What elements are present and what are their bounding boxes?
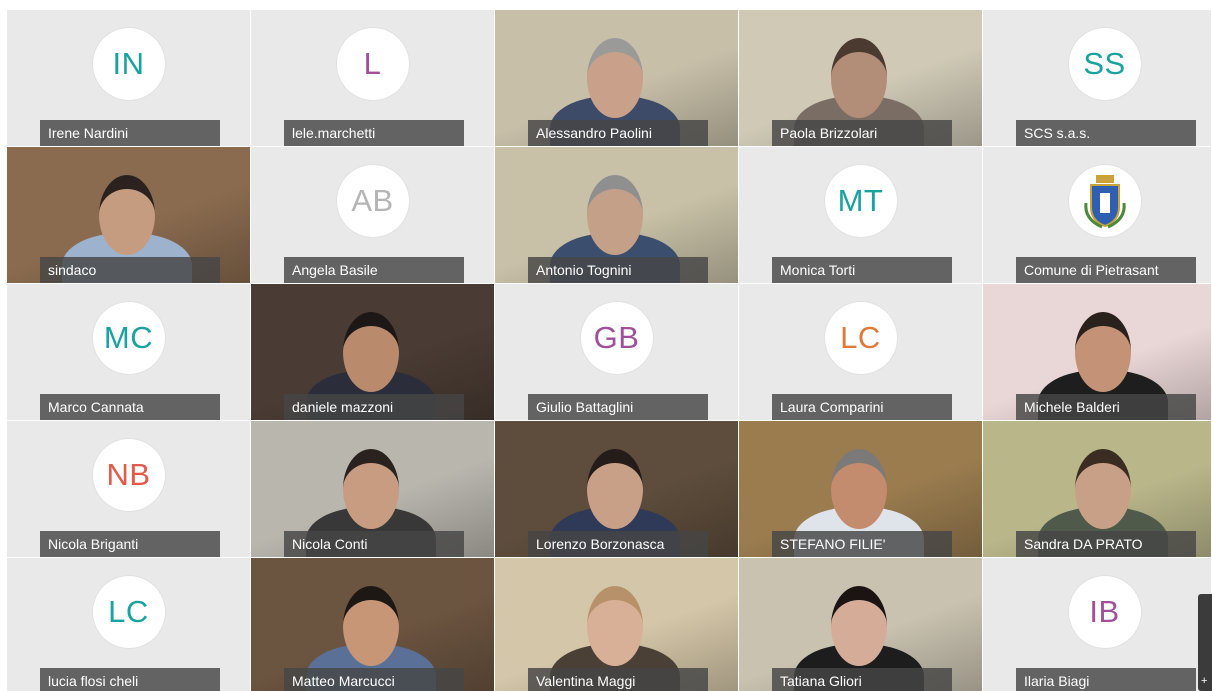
participant-name-label: Angela Basile [284,257,464,283]
participant-tile[interactable]: LC lucia flosi cheli [7,558,250,691]
participant-name-label: lele.marchetti [284,120,464,146]
participant-name-label: daniele mazzoni [284,394,464,420]
participant-tile[interactable]: SS SCS s.a.s. [983,10,1211,146]
participant-name-label: Tatiana Gliori [772,668,952,691]
participant-tile[interactable]: AB Angela Basile [251,147,494,283]
participant-name-label: sindaco [40,257,220,283]
avatar-initials: L [336,28,409,100]
participant-grid: IN Irene Nardini Llele.marchetti Alessand… [7,10,1211,691]
person-face [587,586,643,666]
participant-tile[interactable]: Llele.marchetti [251,10,494,146]
participant-name-label: Paola Brizzolari [772,120,952,146]
person-face [343,449,399,529]
participant-tile[interactable]: Lorenzo Borzonasca [495,421,738,557]
participant-name-label: STEFANO FILIE' [772,531,952,557]
participant-tile[interactable]: MC Marco Cannata [7,284,250,420]
participant-tile[interactable]: IN Irene Nardini [7,10,250,146]
avatar-initials: SS [1068,28,1141,100]
participant-name-label: Marco Cannata [40,394,220,420]
participant-tile[interactable]: daniele mazzoni [251,284,494,420]
participant-tile[interactable]: Alessandro Paolini [495,10,738,146]
participant-name-label: Comune di Pietrasant [1016,257,1196,283]
participant-name-label: Nicola Conti [284,531,464,557]
participant-name-label: Matteo Marcucci [284,668,464,691]
participant-tile[interactable]: Nicola Conti [251,421,494,557]
participant-name-label: Giulio Battaglini [528,394,708,420]
participant-tile[interactable]: sindaco [7,147,250,283]
person-face [587,449,643,529]
person-face [1075,449,1131,529]
avatar-initials: IB [1068,576,1141,648]
avatar-initials: LC [92,576,165,648]
participant-name-label: Monica Torti [772,257,952,283]
person-face [99,175,155,255]
participant-name-label: Lorenzo Borzonasca [528,531,708,557]
participant-tile[interactable]: Valentina Maggi [495,558,738,691]
participant-name-label: SCS s.a.s. [1016,120,1196,146]
participant-name-label: Michele Balderi [1016,394,1196,420]
avatar-initials: AB [336,165,409,237]
participant-name-label: Antonio Tognini [528,257,708,283]
participant-tile[interactable]: Sandra DA PRATO [983,421,1211,557]
avatar-initials: MT [824,165,897,237]
participant-tile[interactable]: Matteo Marcucci [251,558,494,691]
participant-tile[interactable]: LC Laura Comparini [739,284,982,420]
participant-name-label: Ilaria Biagi [1016,668,1196,691]
participant-name-label: lucia flosi cheli [40,668,220,691]
person-face [1075,312,1131,392]
person-face [831,449,887,529]
participant-tile[interactable]: Comune di Pietrasant [983,147,1211,283]
scroll-handle[interactable]: + [1198,594,1212,691]
participant-tile[interactable]: MT Monica Torti [739,147,982,283]
participant-name-label: Valentina Maggi [528,668,708,691]
participant-tile[interactable]: Paola Brizzolari [739,10,982,146]
expand-icon: + [1201,675,1208,687]
participant-name-label: Nicola Briganti [40,531,220,557]
participant-tile[interactable]: Michele Balderi [983,284,1211,420]
avatar-initials: GB [580,302,653,374]
participant-name-label: Laura Comparini [772,394,952,420]
participant-tile[interactable]: STEFANO FILIE' [739,421,982,557]
person-face [587,175,643,255]
participant-name-label: Irene Nardini [40,120,220,146]
participant-tile[interactable]: Tatiana Gliori [739,558,982,691]
person-face [831,38,887,118]
participant-tile[interactable]: IB Ilaria Biagi [983,558,1211,691]
participant-tile[interactable]: Antonio Tognini [495,147,738,283]
avatar-initials: MC [92,302,165,374]
person-face [831,586,887,666]
person-face [587,38,643,118]
avatar-initials: IN [92,28,165,100]
coat-of-arms-icon [1068,165,1141,237]
participant-name-label: Sandra DA PRATO [1016,531,1196,557]
participant-tile[interactable]: GB Giulio Battaglini [495,284,738,420]
avatar-initials: LC [824,302,897,374]
participant-name-label: Alessandro Paolini [528,120,708,146]
participant-tile[interactable]: NB Nicola Briganti [7,421,250,557]
avatar-initials: NB [92,439,165,511]
person-face [343,586,399,666]
person-face [343,312,399,392]
